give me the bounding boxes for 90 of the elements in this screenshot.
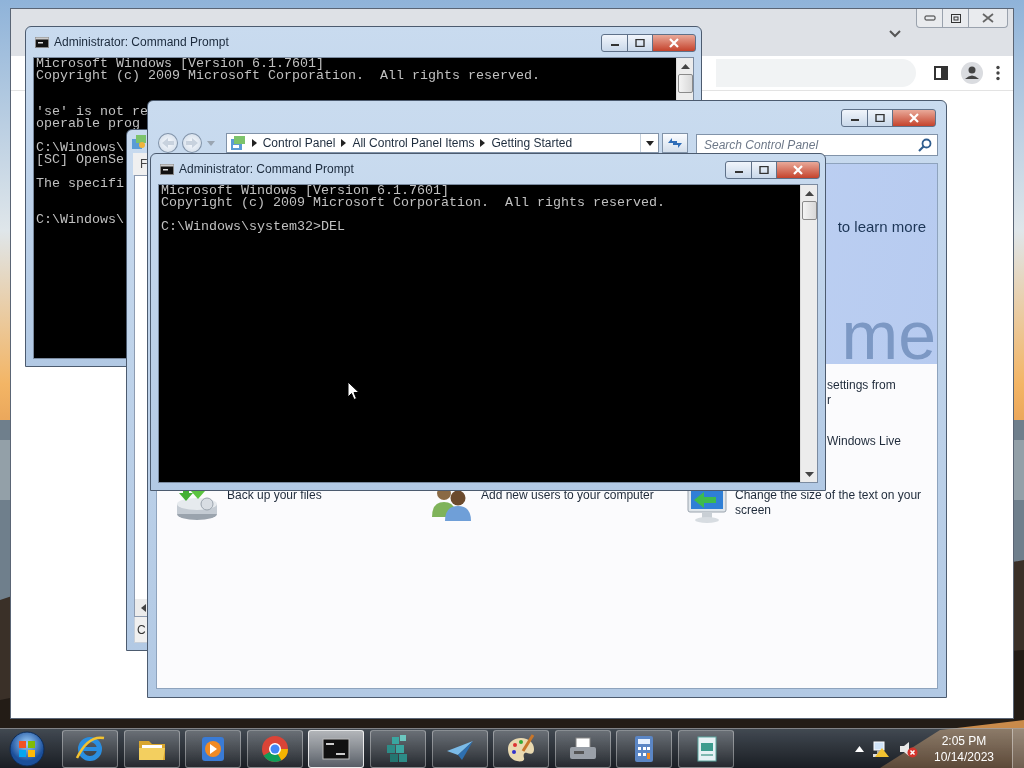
- arrow-up-icon: [680, 63, 690, 69]
- minimize-button[interactable]: [841, 109, 868, 127]
- taskbar-button[interactable]: [677, 729, 734, 768]
- console-line: The specifi: [36, 178, 124, 190]
- taskbar-button[interactable]: [493, 729, 550, 768]
- refresh-arrows-icon: [667, 138, 684, 148]
- menu-item[interactable]: F: [140, 157, 148, 171]
- scrollbar-thumb[interactable]: [677, 74, 693, 93]
- scrollbar-thumb[interactable]: [801, 201, 817, 220]
- control-panel-icon: [131, 133, 147, 150]
- taskbar-button[interactable]: [308, 729, 365, 768]
- console-line: C:\Windows\: [36, 142, 124, 154]
- maximize-button[interactable]: [627, 34, 653, 52]
- close-icon: [668, 38, 680, 48]
- forward-button[interactable]: [181, 133, 202, 153]
- taskbar-button[interactable]: [554, 729, 611, 768]
- console-line: Copyright (c) 2009 Microsoft Corporation. All rights reserved.: [36, 70, 540, 82]
- clock-time: 2:05 PM: [941, 732, 987, 749]
- close-button[interactable]: [968, 9, 1008, 28]
- back-button[interactable]: [158, 133, 178, 153]
- taskbar-button[interactable]: [246, 729, 303, 768]
- search-icon[interactable]: [918, 138, 932, 152]
- clock-date: 10/14/2023: [933, 748, 995, 765]
- maximize-button[interactable]: [942, 9, 969, 28]
- console-line: C:\Windows\: [36, 214, 124, 226]
- close-icon: [982, 13, 994, 23]
- console-line: 'se' is not re: [36, 106, 148, 118]
- show-desktop-button[interactable]: [1012, 728, 1024, 768]
- close-button[interactable]: [652, 34, 696, 52]
- caret-icon: [645, 140, 654, 146]
- address-bar[interactable]: Control Panel All Control Panel Items Getting Started: [225, 133, 660, 153]
- task-link[interactable]: Change the size of the text on your screen: [735, 488, 927, 518]
- window-title: Administrator: Command Prompt: [54, 35, 229, 49]
- minimize-button[interactable]: [725, 161, 752, 179]
- console-icon: [35, 36, 49, 48]
- status-text: C: [137, 622, 146, 637]
- close-button[interactable]: [892, 109, 936, 127]
- taskbar-button[interactable]: [431, 729, 488, 768]
- taskbar-button[interactable]: [616, 729, 673, 768]
- console-line: Microsoft Windows [Version 6.1.7601]: [36, 58, 324, 70]
- task-link[interactable]: settings from r: [827, 378, 937, 408]
- side-panel-icon[interactable]: [934, 66, 948, 80]
- console-line: operable prog: [36, 118, 140, 130]
- refresh-button[interactable]: [662, 133, 688, 153]
- back-arrow-icon: [161, 138, 174, 148]
- maximize-button[interactable]: [867, 109, 893, 127]
- breadcrumb-link[interactable]: All Control Panel Items: [352, 136, 475, 150]
- caret-icon[interactable]: [889, 30, 901, 38]
- banner-heading: me: [841, 308, 936, 364]
- breadcrumb-arrow-icon: [341, 139, 347, 147]
- minimize-icon: [923, 15, 936, 21]
- console-line: Microsoft Windows [Version 6.1.7601]: [161, 185, 449, 197]
- taskbar-button[interactable]: [185, 729, 242, 768]
- windows-orb-icon: [9, 730, 45, 767]
- forward-arrow-icon: [185, 138, 198, 148]
- console-line: [SC] OpenSe: [36, 154, 124, 166]
- window-title: Administrator: Command Prompt: [179, 162, 354, 176]
- breadcrumb-link[interactable]: Control Panel: [262, 136, 336, 150]
- breadcrumb-link[interactable]: Getting Started: [491, 136, 573, 150]
- arrow-left-icon: [140, 603, 146, 612]
- show-hidden-icons-button[interactable]: [855, 745, 864, 752]
- console-line: Copyright (c) 2009 Microsoft Corporation. All rights reserved.: [161, 197, 665, 209]
- close-button[interactable]: [776, 161, 820, 179]
- banner-text: to learn more: [837, 218, 926, 235]
- maximize-button[interactable]: [751, 161, 777, 179]
- menu-icon[interactable]: [996, 65, 1000, 81]
- breadcrumb-arrow-icon: [480, 139, 486, 147]
- breadcrumb-arrow-icon: [251, 139, 257, 147]
- task-link[interactable]: Windows Live: [827, 434, 937, 449]
- control-panel-icon: [229, 135, 246, 151]
- close-icon: [908, 113, 920, 123]
- network-icon[interactable]: [872, 739, 890, 758]
- arrow-up-icon: [804, 190, 814, 196]
- minimize-button[interactable]: [601, 34, 628, 52]
- cursor-icon: [347, 381, 360, 401]
- close-icon: [792, 165, 804, 175]
- maximize-icon: [875, 114, 885, 122]
- maximize-icon: [759, 166, 769, 174]
- taskbar-button[interactable]: [62, 729, 118, 768]
- caret-icon: [206, 140, 215, 146]
- arrow-down-icon: [804, 471, 814, 477]
- taskbar-button[interactable]: [123, 729, 180, 768]
- search-field[interactable]: Search Control Panel: [696, 134, 938, 156]
- speaker-muted-icon[interactable]: [898, 739, 918, 758]
- console-icon: [160, 163, 174, 175]
- maximize-icon: [635, 39, 645, 47]
- console-line: C:\Windows\system32>DEL: [161, 221, 345, 233]
- maximize-icon: [950, 13, 961, 23]
- start-button[interactable]: [6, 729, 48, 768]
- profile-icon[interactable]: [961, 62, 983, 84]
